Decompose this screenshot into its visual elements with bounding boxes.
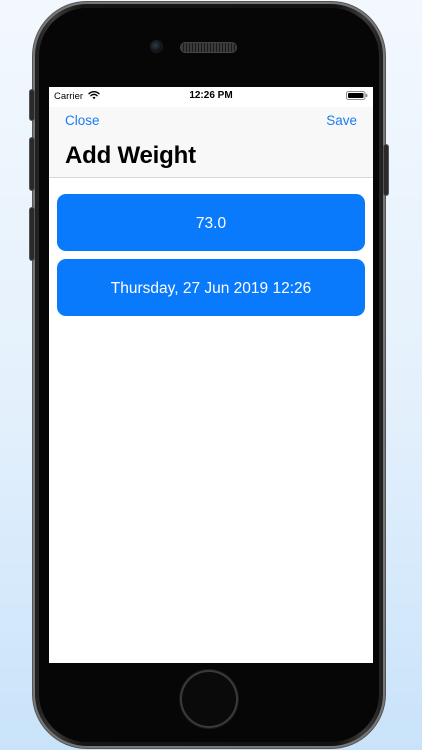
app-screen: Carrier 12:26 PM Close Save Add Weight 7… bbox=[49, 87, 373, 663]
mute-switch bbox=[30, 90, 34, 120]
status-time: 12:26 PM bbox=[189, 90, 233, 101]
front-camera bbox=[151, 41, 162, 52]
date-picker-button[interactable]: Thursday, 27 Jun 2019 12:26 bbox=[57, 259, 365, 316]
power-button bbox=[384, 145, 388, 195]
earpiece-speaker bbox=[181, 43, 236, 52]
save-button[interactable]: Save bbox=[326, 113, 357, 128]
page-title: Add Weight bbox=[65, 142, 196, 169]
weight-value-button[interactable]: 73.0 bbox=[57, 194, 365, 251]
home-button[interactable] bbox=[182, 672, 236, 726]
volume-down-button bbox=[30, 208, 34, 260]
close-button[interactable]: Close bbox=[65, 113, 100, 128]
volume-up-button bbox=[30, 138, 34, 190]
battery-full-icon bbox=[346, 91, 368, 100]
navigation-bar: Close Save Add Weight bbox=[49, 107, 373, 178]
status-bar: Carrier 12:26 PM bbox=[49, 87, 373, 107]
